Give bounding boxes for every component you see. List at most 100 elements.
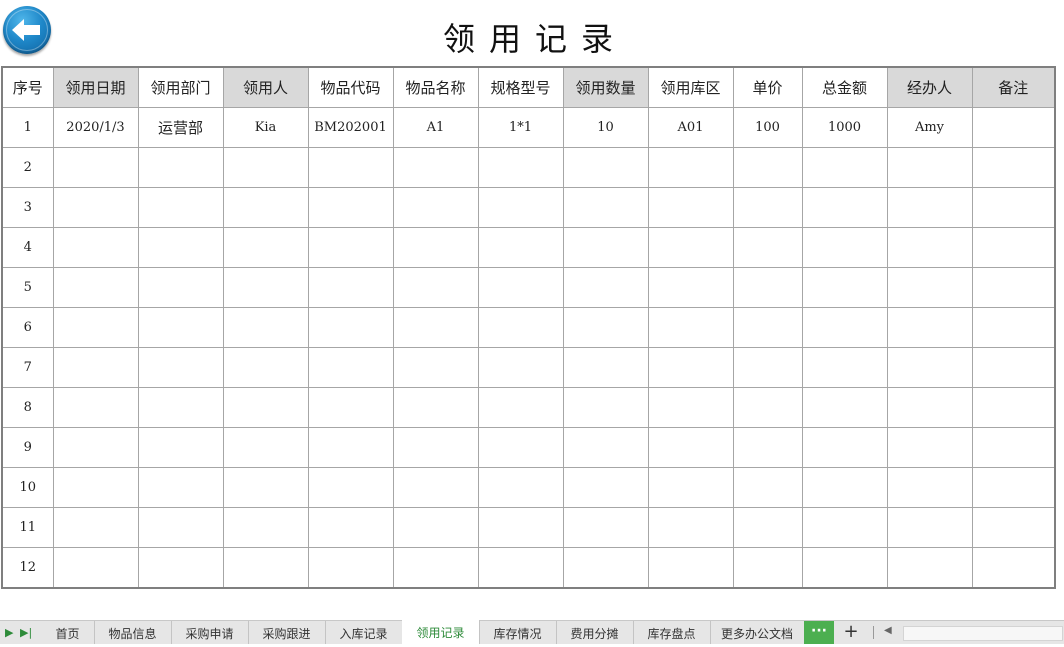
table-cell[interactable] [732,547,803,589]
table-cell[interactable] [392,227,479,268]
table-cell[interactable]: 4 [1,227,54,268]
table-cell[interactable]: A1 [392,107,479,148]
table-cell[interactable] [52,147,139,188]
sheet-tab[interactable]: 入库记录 [325,621,403,644]
table-cell[interactable] [732,387,803,428]
table-cell[interactable] [562,187,649,228]
table-cell[interactable] [307,387,394,428]
table-cell[interactable] [562,227,649,268]
table-cell[interactable] [307,267,394,308]
horizontal-scrollbar[interactable] [903,626,1063,641]
table-cell[interactable] [392,187,479,228]
table-cell[interactable] [801,187,888,228]
table-cell[interactable] [886,267,973,308]
table-cell[interactable] [52,227,139,268]
table-cell[interactable] [477,307,564,348]
table-cell[interactable] [137,507,224,548]
column-header[interactable]: 领用部门 [137,66,224,108]
table-cell[interactable] [647,147,734,188]
table-cell[interactable] [52,347,139,388]
table-cell[interactable] [137,227,224,268]
table-cell[interactable]: 运营部 [137,107,224,148]
table-cell[interactable] [801,387,888,428]
table-cell[interactable] [971,347,1056,388]
table-cell[interactable] [801,227,888,268]
scroll-left-icon[interactable]: ◀ [884,625,892,636]
table-cell[interactable] [647,387,734,428]
table-cell[interactable] [477,427,564,468]
table-cell[interactable] [52,307,139,348]
scroll-tabs-next-icon[interactable]: ▶ [5,626,13,639]
table-cell[interactable] [137,307,224,348]
table-cell[interactable] [392,427,479,468]
table-cell[interactable] [392,467,479,508]
table-cell[interactable]: 10 [562,107,649,148]
table-cell[interactable] [392,507,479,548]
table-cell[interactable]: Amy [886,107,973,148]
table-cell[interactable] [647,227,734,268]
column-header[interactable]: 序号 [1,66,54,108]
table-cell[interactable] [562,267,649,308]
column-header[interactable]: 备注 [971,66,1056,108]
table-cell[interactable] [971,187,1056,228]
table-cell[interactable] [886,427,973,468]
table-cell[interactable]: A01 [647,107,734,148]
table-cell[interactable] [477,187,564,228]
table-cell[interactable] [562,467,649,508]
column-header[interactable]: 单价 [732,66,803,108]
column-header[interactable]: 总金额 [801,66,888,108]
table-cell[interactable] [971,227,1056,268]
table-cell[interactable] [886,467,973,508]
table-cell[interactable] [801,507,888,548]
sheet-tab[interactable]: 库存情况 [479,621,557,644]
table-cell[interactable] [392,547,479,589]
table-cell[interactable] [307,547,394,589]
table-cell[interactable] [886,227,973,268]
table-cell[interactable] [392,387,479,428]
column-header[interactable]: 领用人 [222,66,309,108]
table-cell[interactable] [137,187,224,228]
table-cell[interactable] [307,347,394,388]
table-cell[interactable] [137,267,224,308]
sheet-tab[interactable]: 库存盘点 [633,621,711,644]
column-header[interactable]: 领用数量 [562,66,649,108]
table-cell[interactable] [137,387,224,428]
table-cell[interactable]: 1 [1,107,54,148]
table-cell[interactable] [801,307,888,348]
table-cell[interactable] [307,307,394,348]
table-cell[interactable] [732,467,803,508]
table-cell[interactable]: 6 [1,307,54,348]
table-cell[interactable] [222,347,309,388]
table-cell[interactable] [647,507,734,548]
table-cell[interactable] [886,147,973,188]
table-cell[interactable] [971,267,1056,308]
table-cell[interactable] [971,147,1056,188]
table-cell[interactable] [222,387,309,428]
column-header[interactable]: 经办人 [886,66,973,108]
sheet-tab[interactable]: 费用分摊 [556,621,634,644]
table-cell[interactable] [647,267,734,308]
table-cell[interactable]: 100 [732,107,803,148]
table-cell[interactable] [222,147,309,188]
table-cell[interactable] [732,427,803,468]
table-cell[interactable] [137,347,224,388]
table-cell[interactable] [971,467,1056,508]
column-header[interactable]: 领用日期 [52,66,139,108]
table-cell[interactable] [647,187,734,228]
sheet-tab[interactable]: 采购跟进 [248,621,326,644]
table-cell[interactable] [801,147,888,188]
table-cell[interactable] [971,547,1056,589]
table-cell[interactable] [222,427,309,468]
table-cell[interactable] [477,347,564,388]
table-cell[interactable] [52,467,139,508]
table-cell[interactable]: 3 [1,187,54,228]
table-cell[interactable] [392,147,479,188]
table-cell[interactable] [732,187,803,228]
table-cell[interactable] [137,147,224,188]
table-cell[interactable] [971,387,1056,428]
column-header[interactable]: 规格型号 [477,66,564,108]
table-cell[interactable] [307,227,394,268]
table-cell[interactable]: 1*1 [477,107,564,148]
table-cell[interactable] [886,307,973,348]
table-cell[interactable] [477,507,564,548]
